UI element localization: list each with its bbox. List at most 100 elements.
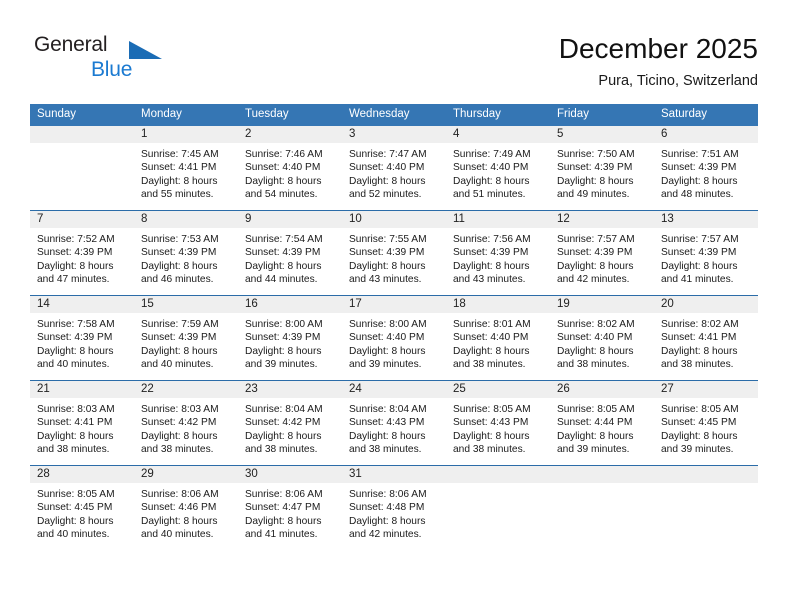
general-blue-logo[interactable]: General Blue (34, 33, 174, 88)
day-cell[interactable]: 6 Sunrise: 7:51 AM Sunset: 4:39 PM Daylight… (654, 126, 758, 211)
day-cell[interactable]: 22 Sunrise: 8:03 AM Sunset: 4:42 PM Dayligh… (134, 380, 238, 466)
day-number: 17 (342, 296, 446, 313)
day-cell[interactable] (446, 465, 550, 550)
sunset-text: Sunset: 4:39 PM (349, 247, 425, 259)
sunset-text: Sunset: 4:48 PM (349, 502, 425, 514)
sunrise-text: Sunrise: 8:04 AM (349, 404, 427, 415)
sunset-text: Sunset: 4:46 PM (141, 502, 217, 514)
day-cell[interactable]: 14 Sunrise: 7:58 AM Sunset: 4:39 PM Dayligh… (30, 295, 134, 381)
sunset-text: Sunset: 4:39 PM (661, 247, 737, 259)
daylight-text-line1: Daylight: 8 hours (661, 175, 738, 187)
day-cell[interactable]: 16 Sunrise: 8:00 AM Sunset: 4:39 PM Dayligh… (238, 295, 342, 381)
day-cell[interactable]: 1 Sunrise: 7:45 AM Sunset: 4:41 PM Daylight… (134, 126, 238, 211)
daylight-text-line2: and 39 minutes. (661, 443, 734, 455)
day-number: 15 (134, 296, 238, 313)
day-cell[interactable]: 2 Sunrise: 7:46 AM Sunset: 4:40 PM Daylight… (238, 126, 342, 211)
day-number: 7 (30, 211, 134, 228)
day-cell[interactable]: 28 Sunrise: 8:05 AM Sunset: 4:45 PM Dayligh… (30, 465, 134, 550)
sunrise-text: Sunrise: 7:47 AM (349, 149, 427, 160)
daylight-text-line2: and 55 minutes. (141, 188, 214, 200)
day-cell[interactable]: 19 Sunrise: 8:02 AM Sunset: 4:40 PM Dayligh… (550, 295, 654, 381)
day-details: Sunrise: 7:47 AM Sunset: 4:40 PM Daylight:… (342, 143, 446, 201)
day-number: 20 (654, 296, 758, 313)
daylight-text-line1: Daylight: 8 hours (245, 430, 322, 442)
day-details: Sunrise: 8:06 AM Sunset: 4:47 PM Daylight:… (238, 483, 342, 541)
day-cell[interactable]: 29 Sunrise: 8:06 AM Sunset: 4:46 PM Dayligh… (134, 465, 238, 550)
day-details: Sunrise: 7:57 AM Sunset: 4:39 PM Daylight:… (654, 228, 758, 286)
day-number: 6 (654, 126, 758, 143)
daylight-text-line2: and 51 minutes. (453, 188, 526, 200)
daylight-text-line1: Daylight: 8 hours (37, 345, 114, 357)
day-cell[interactable]: 24 Sunrise: 8:04 AM Sunset: 4:43 PM Dayligh… (342, 380, 446, 466)
sunrise-text: Sunrise: 7:49 AM (453, 149, 531, 160)
day-cell[interactable]: 13 Sunrise: 7:57 AM Sunset: 4:39 PM Dayligh… (654, 210, 758, 296)
sunset-text: Sunset: 4:45 PM (37, 502, 113, 514)
day-cell[interactable] (30, 126, 134, 211)
day-cell[interactable]: 20 Sunrise: 8:02 AM Sunset: 4:41 PM Dayligh… (654, 295, 758, 381)
daylight-text-line2: and 39 minutes. (349, 358, 422, 370)
sunset-text: Sunset: 4:42 PM (245, 417, 321, 429)
day-cell[interactable]: 23 Sunrise: 8:04 AM Sunset: 4:42 PM Dayligh… (238, 380, 342, 466)
day-cell[interactable]: 30 Sunrise: 8:06 AM Sunset: 4:47 PM Dayligh… (238, 465, 342, 550)
daylight-text-line2: and 44 minutes. (245, 273, 318, 285)
sunset-text: Sunset: 4:39 PM (661, 162, 737, 174)
sunset-text: Sunset: 4:41 PM (37, 417, 113, 429)
daylight-text-line1: Daylight: 8 hours (557, 175, 634, 187)
sunrise-text: Sunrise: 8:01 AM (453, 319, 531, 330)
day-cell[interactable]: 21 Sunrise: 8:03 AM Sunset: 4:41 PM Dayligh… (30, 380, 134, 466)
day-cell[interactable]: 4 Sunrise: 7:49 AM Sunset: 4:40 PM Daylight… (446, 126, 550, 211)
day-details: Sunrise: 7:58 AM Sunset: 4:39 PM Daylight:… (30, 313, 134, 371)
day-cell[interactable]: 27 Sunrise: 8:05 AM Sunset: 4:45 PM Dayligh… (654, 380, 758, 466)
day-cell[interactable]: 11 Sunrise: 7:56 AM Sunset: 4:39 PM Dayligh… (446, 210, 550, 296)
daylight-text-line2: and 48 minutes. (661, 188, 734, 200)
daylight-text-line1: Daylight: 8 hours (141, 175, 218, 187)
day-number: 25 (446, 381, 550, 398)
day-cell[interactable]: 17 Sunrise: 8:00 AM Sunset: 4:40 PM Dayligh… (342, 295, 446, 381)
day-cell[interactable]: 8 Sunrise: 7:53 AM Sunset: 4:39 PM Daylight… (134, 210, 238, 296)
day-cell[interactable]: 7 Sunrise: 7:52 AM Sunset: 4:39 PM Daylight… (30, 210, 134, 296)
daylight-text-line2: and 46 minutes. (141, 273, 214, 285)
day-cell[interactable]: 5 Sunrise: 7:50 AM Sunset: 4:39 PM Daylight… (550, 126, 654, 211)
day-number: 4 (446, 126, 550, 143)
day-details: Sunrise: 8:03 AM Sunset: 4:41 PM Daylight:… (30, 398, 134, 456)
daylight-text-line2: and 38 minutes. (661, 358, 734, 370)
day-details: Sunrise: 7:50 AM Sunset: 4:39 PM Daylight:… (550, 143, 654, 201)
calendar-header-row: Sunday Monday Tuesday Wednesday Thursday… (30, 104, 758, 126)
day-number: 27 (654, 381, 758, 398)
day-cell[interactable]: 31 Sunrise: 8:06 AM Sunset: 4:48 PM Dayligh… (342, 465, 446, 550)
sunrise-text: Sunrise: 7:57 AM (661, 234, 739, 245)
day-number: 28 (30, 466, 134, 483)
day-cell[interactable]: 25 Sunrise: 8:05 AM Sunset: 4:43 PM Dayligh… (446, 380, 550, 466)
daylight-text-line2: and 47 minutes. (37, 273, 110, 285)
day-cell[interactable]: 18 Sunrise: 8:01 AM Sunset: 4:40 PM Dayligh… (446, 295, 550, 381)
calendar-body: 1 Sunrise: 7:45 AM Sunset: 4:41 PM Daylight… (30, 126, 758, 550)
daylight-text-line1: Daylight: 8 hours (661, 345, 738, 357)
sunrise-text: Sunrise: 7:58 AM (37, 319, 115, 330)
sunrise-text: Sunrise: 8:06 AM (141, 489, 219, 500)
day-details: Sunrise: 7:57 AM Sunset: 4:39 PM Daylight:… (550, 228, 654, 286)
day-number (446, 466, 550, 483)
daylight-text-line1: Daylight: 8 hours (661, 430, 738, 442)
day-cell[interactable] (550, 465, 654, 550)
day-cell[interactable] (654, 465, 758, 550)
weekday-header-saturday: Saturday (654, 104, 758, 126)
sunset-text: Sunset: 4:39 PM (245, 332, 321, 344)
sunrise-text: Sunrise: 7:54 AM (245, 234, 323, 245)
sunset-text: Sunset: 4:40 PM (453, 332, 529, 344)
day-cell[interactable]: 9 Sunrise: 7:54 AM Sunset: 4:39 PM Daylight… (238, 210, 342, 296)
day-cell[interactable]: 3 Sunrise: 7:47 AM Sunset: 4:40 PM Daylight… (342, 126, 446, 211)
day-number: 22 (134, 381, 238, 398)
sunset-text: Sunset: 4:39 PM (245, 247, 321, 259)
daylight-text-line1: Daylight: 8 hours (349, 515, 426, 527)
daylight-text-line1: Daylight: 8 hours (557, 430, 634, 442)
sunrise-text: Sunrise: 7:45 AM (141, 149, 219, 160)
day-cell[interactable]: 10 Sunrise: 7:55 AM Sunset: 4:39 PM Dayligh… (342, 210, 446, 296)
daylight-text-line2: and 38 minutes. (349, 443, 422, 455)
day-cell[interactable]: 15 Sunrise: 7:59 AM Sunset: 4:39 PM Dayligh… (134, 295, 238, 381)
day-cell[interactable]: 26 Sunrise: 8:05 AM Sunset: 4:44 PM Dayligh… (550, 380, 654, 466)
day-number: 11 (446, 211, 550, 228)
page-header: General Blue December 2025 Pura, Ticino,… (0, 0, 792, 104)
calendar-week-row: 14 Sunrise: 7:58 AM Sunset: 4:39 PM Dayligh… (30, 295, 758, 381)
day-number: 2 (238, 126, 342, 143)
day-cell[interactable]: 12 Sunrise: 7:57 AM Sunset: 4:39 PM Dayligh… (550, 210, 654, 296)
